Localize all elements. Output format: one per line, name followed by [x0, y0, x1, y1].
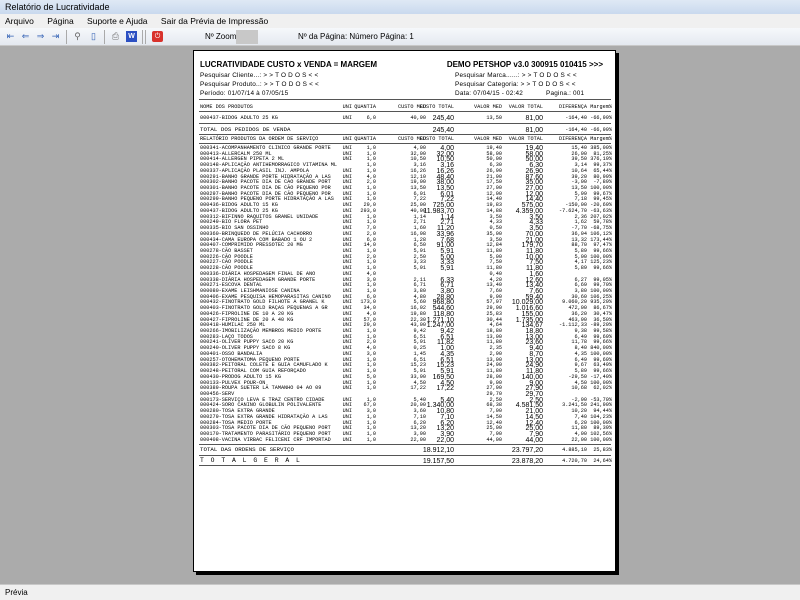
menu-pagina[interactable]: Página [47, 16, 73, 26]
zoom-input[interactable] [236, 30, 258, 44]
zoom-search-icon[interactable]: ⚲ [72, 31, 83, 42]
cell-vm: 44,00 [486, 437, 502, 443]
filter-produto: Pesquisar Produto..: > > T O D O S < < [200, 81, 319, 88]
divider [199, 455, 611, 456]
first-page-icon[interactable]: ⇤ [5, 31, 16, 42]
cell-n: 000437-BIDOG ADULTO 25 KG [200, 115, 278, 121]
col-margem-header: Margem% [590, 136, 612, 142]
two-pages-icon[interactable]: ▯ [88, 31, 99, 42]
col-nome-header: RELATÓRIO PRODUTOS DA ORDEM DE SERVIÇO [200, 136, 319, 142]
separator [104, 30, 105, 44]
cell-vt: 81,00 [525, 115, 543, 122]
divider [199, 444, 611, 445]
col-diferenca-header: DIFERENÇA [558, 104, 587, 110]
print-icon[interactable]: ⎙ [110, 31, 121, 42]
sales-total-row-d: -164,40 [565, 127, 587, 133]
col-nome-header: NOME DOS PRODUTOS [200, 104, 253, 110]
cell-m: -66,99% [590, 115, 612, 121]
table-row: 000437-BIDOG ADULTO 25 KG UNI 6,0 40,90 245,… [194, 115, 617, 122]
divider [199, 465, 611, 466]
cell-ct: 245,40 [432, 115, 454, 122]
col-valor-total-header: VALOR TOTAL [508, 136, 543, 142]
cell-u: UNI [342, 437, 352, 443]
column-header-row: RELATÓRIO PRODUTOS DA ORDEM DE SERVIÇO UN… [194, 136, 617, 142]
cell-d: -164,40 [565, 115, 587, 121]
zoom-label: Nº Zoom [205, 32, 237, 41]
divider [199, 111, 611, 112]
col-quantia-header: QUANTIA [354, 104, 376, 110]
sales-total-row-label: TOTAL DOS PEDIDOS DE VENDA [200, 126, 291, 133]
report-page: LUCRATIVIDADE CUSTO x VENDA = MARGEM DEM… [193, 50, 616, 572]
separator [142, 30, 143, 44]
page-number-label: Nº da Página: Número Página: 1 [298, 32, 414, 41]
filter-cliente: Pesquisar Cliente...: > > T O D O S < < [200, 72, 319, 79]
col-margem-header: Margem% [590, 104, 612, 110]
cell-q: 6,0 [366, 115, 376, 121]
separator [66, 30, 67, 44]
menu-suporte[interactable]: Suporte e Ajuda [87, 16, 148, 26]
menu-arquivo[interactable]: Arquivo [5, 16, 34, 26]
window-title: Relatório de Lucratividade [0, 0, 800, 14]
column-header-row: NOME DOS PRODUTOS UNI QUANTIA CUSTO MED CUST… [194, 104, 617, 110]
cell-q: 1,0 [366, 437, 376, 443]
filter-categoria: Pesquisar Categoria: > > T O D O S < < [455, 81, 576, 88]
cell-n: 000408-VACINA VIRBAC FELICENI CRF IMPORT… [200, 437, 331, 443]
menu-bar: Arquivo Página Suporte e Ajuda Sair da P… [0, 14, 800, 28]
col-valor-med-header: VALOR MED [473, 104, 502, 110]
toolbar: ⇤ ⇐ ⇒ ⇥ ⚲ ▯ ⎙ W ⏻ Nº Zoom Nº da Página: … [0, 28, 800, 46]
prev-page-icon[interactable]: ⇐ [20, 31, 31, 42]
col-valor-med-header: VALOR MED [473, 136, 502, 142]
last-page-icon[interactable]: ⇥ [50, 31, 61, 42]
status-bar: Prévia [0, 584, 800, 600]
col-valor-total-header: VALOR TOTAL [508, 104, 543, 110]
sales-total-row: TOTAL DOS PEDIDOS DE VENDA 245,40 81,00 -16… [194, 126, 617, 135]
filter-marca: Pesquisar Marca......: > > T O D O S < < [455, 72, 577, 79]
company-name: DEMO PETSHOP v3.0 300915 010415 >>> [446, 60, 603, 69]
cell-u: UNI [342, 115, 352, 121]
close-preview-icon[interactable]: ⏻ [152, 31, 163, 42]
divider [199, 123, 611, 124]
col-quantia-header: QUANTIA [354, 136, 376, 142]
menu-sair[interactable]: Sair da Prévia de Impressão [161, 16, 268, 26]
col-uni-header: UNI [342, 104, 352, 110]
divider [199, 134, 611, 135]
os-total-row: TOTAL DAS ORDENS DE SERVIÇO 18.912,10 23.7… [194, 446, 617, 455]
grand-total-row-d: 4.720,70 [562, 458, 587, 464]
divider [199, 99, 611, 100]
os-total-row-d: 4.885,10 [562, 447, 587, 453]
os-total-row-m: 25,83% [593, 447, 612, 453]
os-total-row-ct: 18.912,10 [422, 447, 454, 454]
periodo: Período: 01/07/14 à 07/05/15 [200, 90, 289, 97]
cell-vm: 13,50 [486, 115, 502, 121]
next-page-icon[interactable]: ⇒ [35, 31, 46, 42]
col-custo-total-header: CUSTO TOTAL [419, 104, 454, 110]
report-date: Data: 07/04/15 - 02:42 [455, 90, 523, 97]
grand-total-row-label: T O T A L G E R A L [200, 457, 302, 464]
report-page-number: Pagina.: 001 [546, 90, 585, 97]
word-export-icon[interactable]: W [126, 31, 137, 42]
col-custo-total-header: CUSTO TOTAL [419, 136, 454, 142]
grand-total-row: T O T A L G E R A L 19.157,50 23.878,20 4.7… [194, 457, 617, 465]
cell-m: 100,00% [590, 437, 612, 443]
cell-d: 22,00 [571, 437, 587, 443]
separator [145, 30, 146, 44]
divider [199, 143, 611, 144]
col-uni-header: UNI [342, 136, 352, 142]
os-total-row-label: TOTAL DAS ORDENS DE SERVIÇO [200, 446, 294, 453]
sales-total-row-m: -66,99% [590, 127, 612, 133]
table-row: 000408-VACINA VIRBAC FELICENI CRF IMPORT… [194, 437, 617, 444]
grand-total-row-m: 24,64% [593, 458, 612, 464]
col-diferenca-header: DIFERENÇA [558, 136, 587, 142]
report-title: LUCRATIVIDADE CUSTO x VENDA = MARGEM [200, 60, 377, 69]
os-total-row-vt: 23.797,20 [511, 447, 543, 454]
